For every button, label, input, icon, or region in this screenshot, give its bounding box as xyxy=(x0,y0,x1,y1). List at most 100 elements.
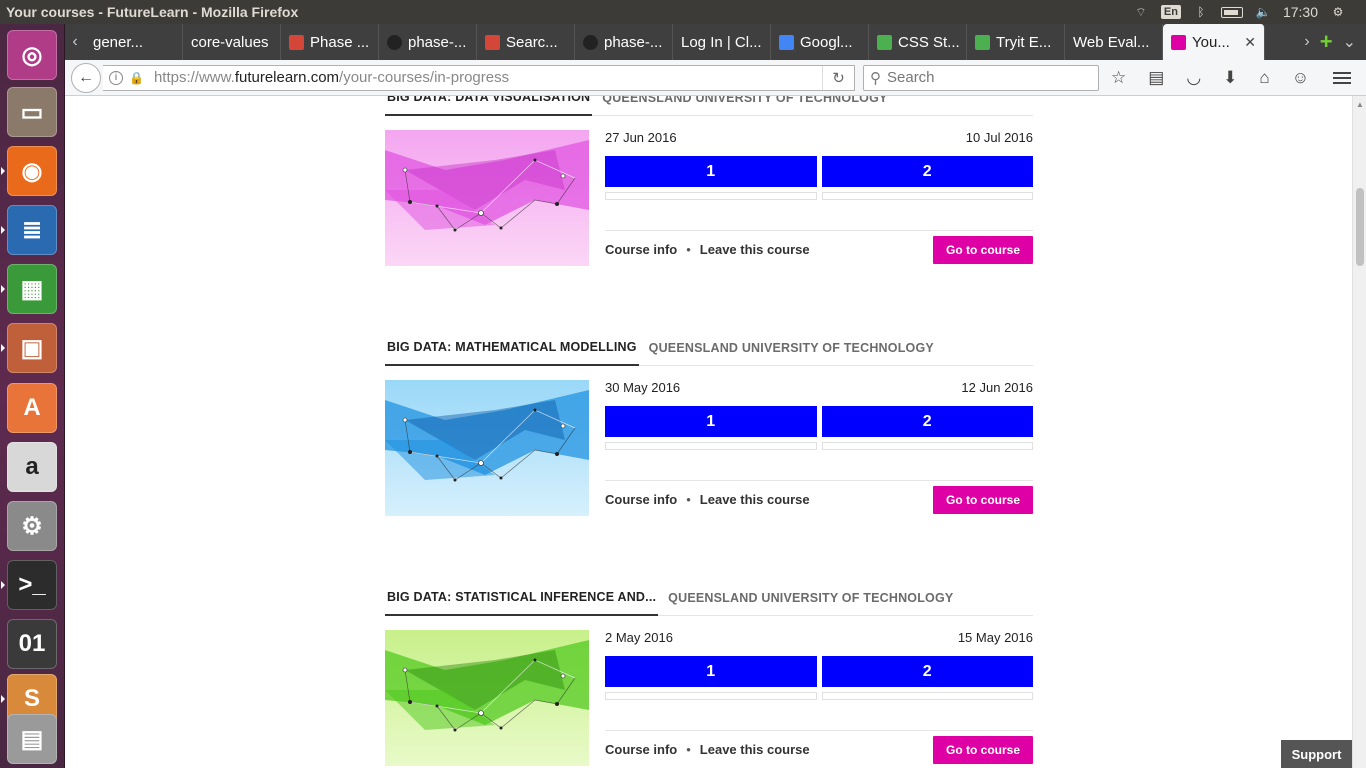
browser-tab[interactable]: CSS St... xyxy=(869,24,967,60)
browser-tab[interactable]: Phase ... xyxy=(281,24,379,60)
course-university[interactable]: QUEENSLAND UNIVERSITY OF TECHNOLOGY xyxy=(639,341,934,365)
home-icon[interactable]: ⌂ xyxy=(1259,68,1269,88)
launcher-running-indicator xyxy=(1,167,5,175)
tab-scroll-left-icon[interactable]: ‹ xyxy=(65,24,85,60)
launcher-firefox-icon[interactable]: ◉ xyxy=(7,146,57,196)
url-path: /your-courses/in-progress xyxy=(339,69,510,86)
site-info-icon[interactable]: i xyxy=(109,70,123,85)
course-image[interactable] xyxy=(385,130,589,266)
lock-icon[interactable]: 🔒 xyxy=(129,71,144,85)
launcher-running-indicator xyxy=(1,695,5,703)
pocket-icon[interactable]: ◡ xyxy=(1186,68,1201,88)
search-placeholder: Search xyxy=(887,69,935,86)
tab-list-chevron-down-icon[interactable]: ⌄ xyxy=(1343,32,1356,52)
battery-icon[interactable] xyxy=(1220,6,1243,18)
launcher-workspaces-icon[interactable]: ▤ xyxy=(7,714,57,764)
week-1-button[interactable]: 1 xyxy=(605,156,817,187)
go-to-course-button[interactable]: Go to course xyxy=(932,235,1033,264)
course-info-link[interactable]: Course info xyxy=(605,242,677,257)
chat-icon[interactable]: ☺ xyxy=(1292,68,1309,88)
launcher-binary-editor-icon[interactable]: 01 xyxy=(7,619,57,669)
course-info-link[interactable]: Course info xyxy=(605,742,677,757)
course-card: BIG DATA: MATHEMATICAL MODELLING QUEENSL… xyxy=(385,338,1033,520)
course-university[interactable]: QUEENSLAND UNIVERSITY OF TECHNOLOGY xyxy=(658,591,953,615)
browser-tab[interactable]: Log In | Cl... xyxy=(673,24,771,60)
launcher-amazon-icon[interactable]: a xyxy=(7,442,57,492)
week-2-button[interactable]: 2 xyxy=(821,156,1033,187)
browser-tab[interactable]: Searc... xyxy=(477,24,575,60)
support-button[interactable]: Support xyxy=(1281,740,1352,768)
week-progress-bar xyxy=(821,692,1033,700)
tab-label: Log In | Cl... xyxy=(681,33,762,51)
browser-tab[interactable]: You... ✕ xyxy=(1163,24,1265,60)
course-end-date: 12 Jun 2016 xyxy=(961,380,1033,395)
course-info-link[interactable]: Course info xyxy=(605,492,677,507)
week-column: 2 xyxy=(821,406,1033,450)
browser-tab[interactable]: Tryit E... xyxy=(967,24,1065,60)
launcher-libreoffice-writer-icon[interactable]: ≣ xyxy=(7,205,57,255)
clock[interactable]: 17:30 xyxy=(1283,4,1318,20)
go-to-course-button[interactable]: Go to course xyxy=(932,735,1033,764)
browser-tab[interactable]: core-values xyxy=(183,24,281,60)
go-to-course-button[interactable]: Go to course xyxy=(932,485,1033,514)
course-start-date: 2 May 2016 xyxy=(605,630,673,645)
week-2-button[interactable]: 2 xyxy=(821,406,1033,437)
course-start-date: 27 Jun 2016 xyxy=(605,130,677,145)
launcher-libreoffice-calc-icon[interactable]: ▦ xyxy=(7,264,57,314)
launcher-software-center-icon[interactable]: A xyxy=(7,383,57,433)
browser-tab[interactable]: Googl... xyxy=(771,24,869,60)
course-actions: Course info • Leave this course Go to co… xyxy=(605,730,1033,764)
leave-course-link[interactable]: Leave this course xyxy=(700,242,810,257)
week-progress-bar xyxy=(821,192,1033,200)
new-tab-icon[interactable]: + xyxy=(1320,29,1333,55)
week-column: 1 xyxy=(605,156,817,200)
tab-label: phase-... xyxy=(604,33,663,51)
power-gear-icon[interactable]: ⚙ xyxy=(1330,5,1346,19)
course-image[interactable] xyxy=(385,630,589,766)
week-progress-bar xyxy=(605,442,817,450)
leave-course-link[interactable]: Leave this course xyxy=(700,492,810,507)
browser-tab[interactable]: phase-... xyxy=(379,24,477,60)
launcher-running-indicator xyxy=(1,344,5,352)
course-title[interactable]: BIG DATA: MATHEMATICAL MODELLING xyxy=(385,340,639,366)
tab-label: Googl... xyxy=(800,33,853,51)
course-title[interactable]: BIG DATA: DATA VISUALISATION xyxy=(385,96,593,116)
back-button[interactable]: ← xyxy=(71,62,101,93)
browser-tab[interactable]: phase-... xyxy=(575,24,673,60)
leave-course-link[interactable]: Leave this course xyxy=(700,742,810,757)
reading-list-icon[interactable]: ▤ xyxy=(1148,68,1164,88)
reload-icon[interactable]: ↻ xyxy=(822,65,854,90)
week-2-button[interactable]: 2 xyxy=(821,656,1033,687)
browser-tab[interactable]: Web Eval... xyxy=(1065,24,1163,60)
launcher-terminal-icon[interactable]: >_ xyxy=(7,560,57,610)
week-1-button[interactable]: 1 xyxy=(605,656,817,687)
browser-tab[interactable]: gener... xyxy=(85,24,183,60)
course-image[interactable] xyxy=(385,380,589,516)
hamburger-menu-icon[interactable] xyxy=(1333,71,1352,84)
page-scrollbar[interactable]: ▲ xyxy=(1352,96,1366,768)
bluetooth-icon[interactable]: ᛒ xyxy=(1193,5,1209,19)
wifi-icon[interactable]: ⌔ xyxy=(1133,5,1149,19)
volume-icon[interactable]: 🔈 xyxy=(1255,5,1271,19)
downloads-icon[interactable]: ⬇ xyxy=(1223,68,1237,88)
magnifier-icon: ⚲ xyxy=(870,69,881,87)
keyboard-language-indicator[interactable]: En xyxy=(1160,5,1181,19)
week-1-button[interactable]: 1 xyxy=(605,406,817,437)
close-tab-icon[interactable]: ✕ xyxy=(1244,34,1256,51)
course-title[interactable]: BIG DATA: STATISTICAL INFERENCE AND... xyxy=(385,590,659,616)
search-input[interactable]: ⚲ Search xyxy=(863,64,1099,91)
course-details: 2 May 2016 15 May 2016 1 2 Course info •… xyxy=(605,630,1033,764)
launcher-ubuntu-dash-icon[interactable]: ◎ xyxy=(7,30,57,80)
course-actions: Course info • Leave this course Go to co… xyxy=(605,480,1033,514)
course-dates: 30 May 2016 12 Jun 2016 xyxy=(605,380,1033,398)
launcher-system-settings-icon[interactable]: ⚙ xyxy=(7,501,57,551)
scroll-thumb[interactable] xyxy=(1356,188,1364,266)
launcher-libreoffice-impress-icon[interactable]: ▣ xyxy=(7,323,57,373)
tab-scroll-right-icon[interactable]: › xyxy=(1304,33,1309,51)
course-start-date: 30 May 2016 xyxy=(605,380,681,395)
bookmark-star-icon[interactable]: ☆ xyxy=(1111,68,1126,88)
scroll-up-icon[interactable]: ▲ xyxy=(1356,100,1364,109)
address-bar[interactable]: i 🔒 https://www. futurelearn.com/your-cou… xyxy=(103,64,855,91)
launcher-files-icon[interactable]: ▭ xyxy=(7,87,57,137)
course-university[interactable]: QUEENSLAND UNIVERSITY OF TECHNOLOGY xyxy=(592,96,887,115)
